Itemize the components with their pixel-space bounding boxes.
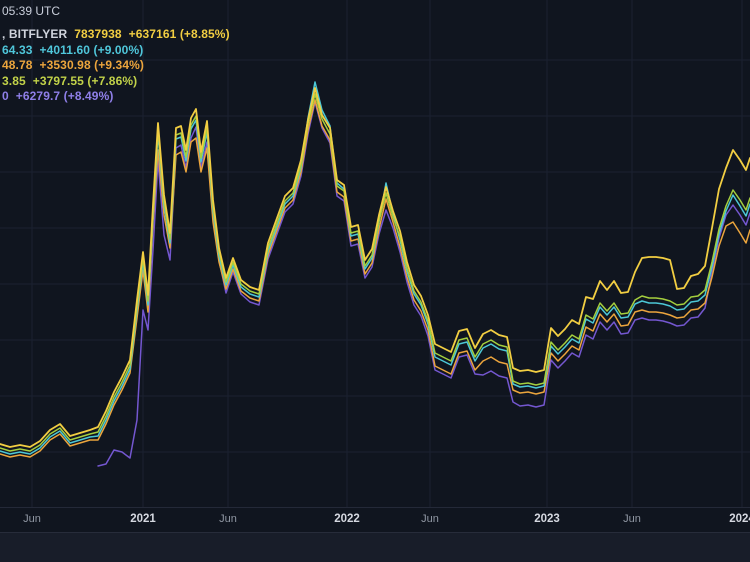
legend-segment: 64.33: [2, 43, 33, 57]
axis-tick-jun: Jun: [23, 513, 41, 525]
axis-tick-2024: 2024: [729, 513, 750, 525]
legend-rows: , BITFLYER 7837938 +637161 (+8.85%) 64.33 +4…: [2, 27, 237, 105]
legend-segment: +637161 (+8.85%): [129, 27, 230, 41]
legend-segment: +4011.60 (+9.00%): [40, 43, 144, 57]
timestamp-label: 05:39 UTC: [2, 4, 237, 18]
axis-tick-2022: 2022: [334, 513, 360, 525]
axis-tick-jun: Jun: [219, 513, 237, 525]
bottom-toolbar: [0, 532, 750, 562]
time-axis[interactable]: Jun 2021 Jun 2022 Jun 2023 Jun 2024: [0, 507, 750, 533]
legend-segment: +3797.55 (+7.86%): [33, 74, 137, 88]
legend-row-4[interactable]: 0 +6279.7 (+8.49%): [2, 89, 237, 105]
legend-segment: +6279.7 (+8.49%): [16, 89, 114, 103]
legend-row-2[interactable]: 48.78 +3530.98 (+9.34%): [2, 58, 237, 74]
legend-segment: +3530.98 (+9.34%): [40, 58, 144, 72]
bitflyer-yellow-series-line: [0, 88, 750, 447]
axis-tick-2023: 2023: [534, 513, 560, 525]
legend-segment: 7837938: [74, 27, 121, 41]
axis-tick-2021: 2021: [130, 513, 156, 525]
legend-segment: 0: [2, 89, 9, 103]
legend-segment: 48.78: [2, 58, 33, 72]
axis-tick-jun: Jun: [623, 513, 641, 525]
legend-row-1[interactable]: 64.33 +4011.60 (+9.00%): [2, 43, 237, 59]
legend-segment: , BITFLYER: [2, 27, 67, 41]
axis-tick-jun: Jun: [421, 513, 439, 525]
trading-chart-app: 05:39 UTC , BITFLYER 7837938 +637161 (+8.8…: [0, 0, 750, 562]
legend-row-3[interactable]: 3.85 +3797.55 (+7.86%): [2, 74, 237, 90]
price-line-series: [0, 82, 750, 466]
legend-panel: 05:39 UTC , BITFLYER 7837938 +637161 (+8.8…: [2, 4, 237, 105]
legend-segment: 3.85: [2, 74, 26, 88]
legend-row-0[interactable]: , BITFLYER 7837938 +637161 (+8.85%): [2, 27, 237, 43]
